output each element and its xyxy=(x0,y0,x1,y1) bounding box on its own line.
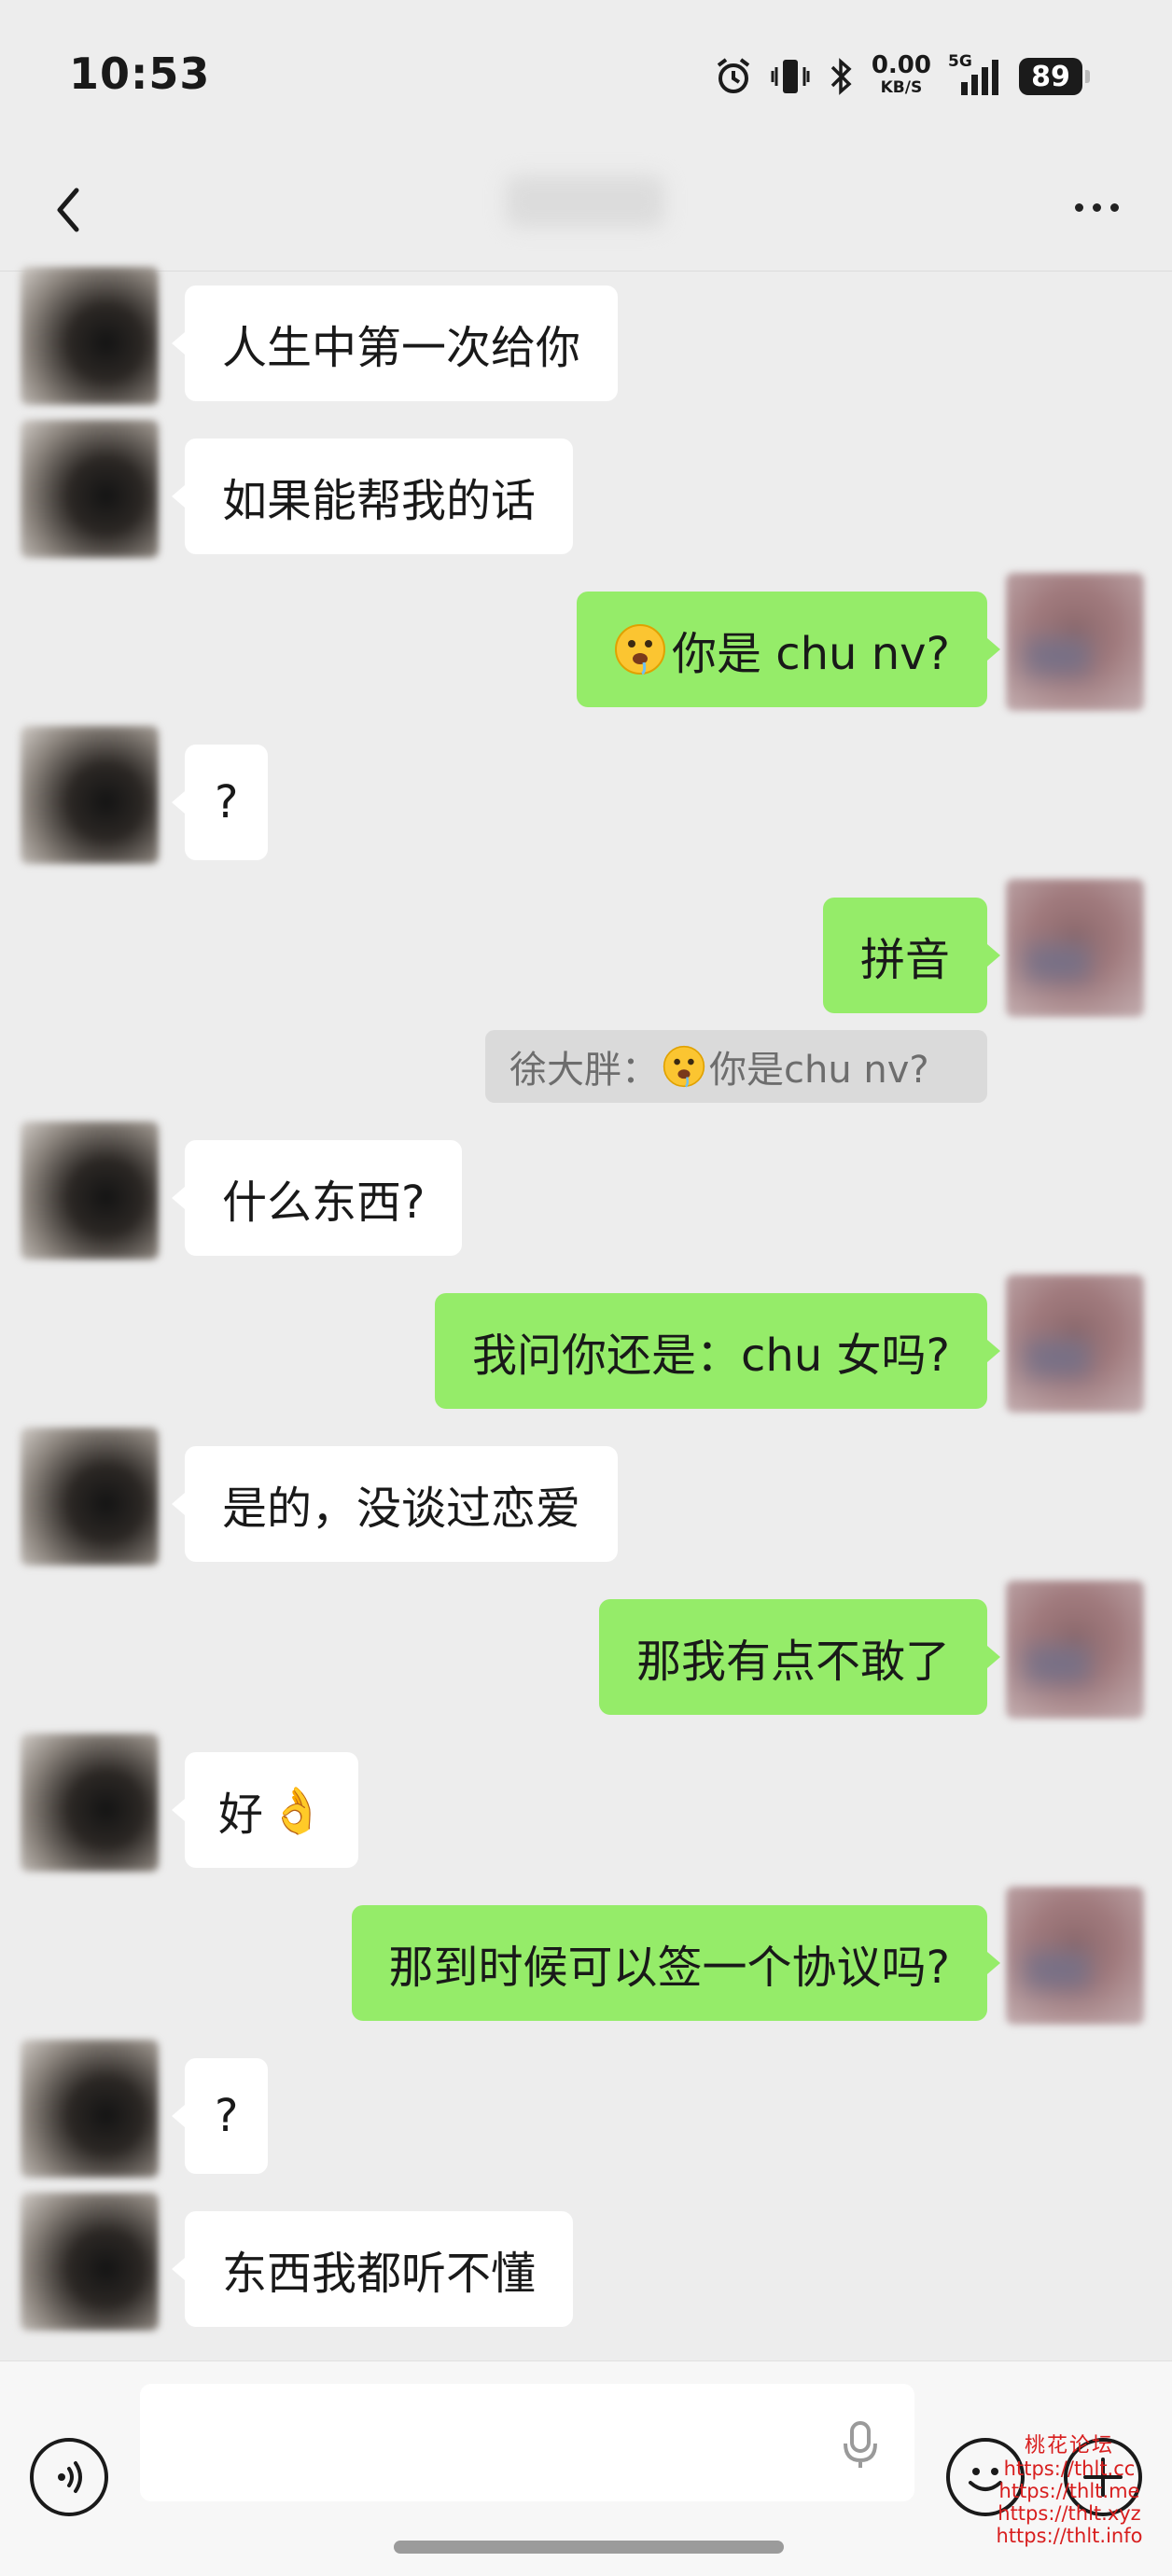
received-message[interactable]: 是的，没谈过恋爱 xyxy=(171,1446,619,1562)
message-text: 我问你还是：chu 女吗? xyxy=(472,1330,950,1382)
sent-message[interactable]: 那我有点不敢了 xyxy=(598,1599,1001,1715)
sent-message[interactable]: 你是 chu nv? xyxy=(576,592,1001,707)
ellipsis-icon[interactable] xyxy=(1064,179,1129,235)
quote-sender: 徐大胖： xyxy=(509,1049,659,1092)
received-message[interactable]: ? xyxy=(171,2058,269,2174)
bluetooth-icon xyxy=(830,58,852,95)
message-text: 什么东西? xyxy=(222,1177,426,1229)
status-bar: 10:53 0.00 KB/S 5G 89 xyxy=(0,0,1172,149)
watermark-url: https://thlt.me xyxy=(998,2480,1140,2502)
chat-title xyxy=(506,175,664,228)
voice-toggle-icon xyxy=(58,2461,82,2493)
status-icons: 0.00 KB/S 5G 89 xyxy=(713,49,1090,104)
message-text: 人生中第一次给你 xyxy=(222,322,581,374)
drooling-face-icon xyxy=(663,1045,705,1088)
my-avatar[interactable] xyxy=(1006,1887,1144,2025)
message-text: 你是 chu nv? xyxy=(671,628,950,680)
contact-avatar[interactable] xyxy=(21,1427,159,1566)
contact-avatar[interactable] xyxy=(21,1121,159,1260)
drooling-face-icon xyxy=(614,624,665,675)
contact-avatar[interactable] xyxy=(21,267,159,405)
home-indicator[interactable] xyxy=(394,2541,784,2554)
chevron-left-icon[interactable] xyxy=(43,177,99,243)
message-text: 如果能帮我的话 xyxy=(222,475,537,527)
watermark: 桃花论坛 https://thlt.cc https://thlt.me htt… xyxy=(967,2434,1172,2548)
message-text: 东西我都听不懂 xyxy=(222,2248,537,2300)
ok-hand-icon: 👌 xyxy=(269,1784,325,1837)
message-text: ? xyxy=(215,776,239,828)
quoted-message[interactable]: 徐大胖： 你是chu nv? xyxy=(485,1030,987,1103)
signal-icon: 5G xyxy=(948,52,1002,97)
my-avatar[interactable] xyxy=(1006,879,1144,1017)
message-text: ? xyxy=(215,2090,239,2142)
contact-avatar[interactable] xyxy=(21,2193,159,2331)
contact-avatar[interactable] xyxy=(21,420,159,558)
message-text: 好 xyxy=(218,1789,264,1841)
received-message[interactable]: 什么东西? xyxy=(171,1140,463,1256)
received-message[interactable]: 好 👌 xyxy=(172,1752,358,1868)
voice-toggle-button[interactable] xyxy=(30,2438,108,2516)
received-message[interactable]: 如果能帮我的话 xyxy=(171,439,574,554)
contact-avatar[interactable] xyxy=(21,1734,159,1872)
microphone-icon[interactable] xyxy=(842,2419,879,2472)
watermark-url: https://thlt.info xyxy=(996,2525,1143,2547)
received-message[interactable]: 东西我都听不懂 xyxy=(171,2211,574,2327)
quote-text: 你是chu nv? xyxy=(709,1049,929,1092)
watermark-url: https://thlt.xyz xyxy=(998,2502,1141,2525)
received-message[interactable]: ? xyxy=(171,745,269,860)
watermark-url: https://thlt.cc xyxy=(1003,2458,1136,2480)
message-text: 拼音 xyxy=(859,934,950,986)
my-avatar[interactable] xyxy=(1006,1580,1144,1719)
chat-header xyxy=(0,149,1172,272)
sent-message[interactable]: 拼音 xyxy=(822,898,1001,1013)
network-speed: 0.00 KB/S xyxy=(871,51,931,99)
contact-avatar[interactable] xyxy=(21,2040,159,2178)
received-message[interactable]: 人生中第一次给你 xyxy=(171,285,619,401)
sent-message[interactable]: 我问你还是：chu 女吗? xyxy=(435,1293,1000,1409)
net-speed-value: 0.00 xyxy=(871,51,931,79)
alarm-icon xyxy=(717,58,750,93)
message-text: 那到时候可以签一个协议吗? xyxy=(388,1942,950,1994)
contact-avatar[interactable] xyxy=(21,726,159,864)
net-speed-unit: KB/S xyxy=(880,78,923,97)
vibrate-icon xyxy=(771,60,810,93)
sent-message[interactable]: 那到时候可以签一个协议吗? xyxy=(351,1905,1001,2021)
my-avatar[interactable] xyxy=(1006,1274,1144,1413)
status-time: 10:53 xyxy=(69,49,211,99)
message-text: 是的，没谈过恋爱 xyxy=(222,1483,581,1535)
watermark-title: 桃花论坛 xyxy=(1024,2434,1114,2458)
my-avatar[interactable] xyxy=(1006,573,1144,711)
message-input[interactable] xyxy=(140,2384,914,2501)
message-text: 那我有点不敢了 xyxy=(635,1636,950,1688)
battery-indicator: 89 xyxy=(1019,58,1090,95)
